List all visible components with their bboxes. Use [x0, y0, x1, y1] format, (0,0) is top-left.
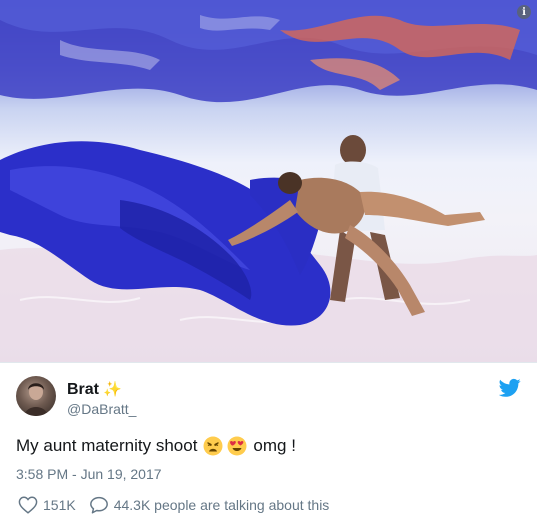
tweet-actions: 151K 44.3K people are talking about this [18, 496, 329, 514]
info-icon[interactable]: i [517, 5, 531, 19]
underwater-scene [0, 0, 537, 362]
author-name-text: Brat [67, 381, 100, 398]
like-count: 151K [43, 497, 76, 513]
tweet-text: My aunt maternity shoot omg ! [16, 436, 296, 456]
twitter-bird-icon[interactable] [499, 378, 521, 398]
speech-bubble-icon [89, 496, 108, 514]
weary-face-emoji [203, 436, 223, 456]
tweet-text-suffix: omg ! [253, 436, 296, 455]
like-button[interactable]: 151K [18, 496, 76, 514]
tweet-text-main: My aunt maternity shoot [16, 436, 198, 455]
heart-eyes-emoji [227, 436, 247, 456]
tweet-photo[interactable]: i [0, 0, 537, 362]
tweet-timestamp[interactable]: 3:58 PM - Jun 19, 2017 [16, 466, 162, 482]
author-name[interactable]: Brat ✨ [67, 380, 122, 399]
author-handle[interactable]: @DaBratt_ [67, 401, 136, 417]
divider [0, 362, 537, 363]
reply-button[interactable]: 44.3K people are talking about this [89, 496, 330, 514]
heart-icon [18, 496, 38, 514]
avatar-image [24, 383, 48, 416]
avatar[interactable] [16, 376, 56, 416]
talking-count: 44.3K people are talking about this [113, 497, 330, 513]
sparkles-icon: ✨ [103, 381, 122, 398]
